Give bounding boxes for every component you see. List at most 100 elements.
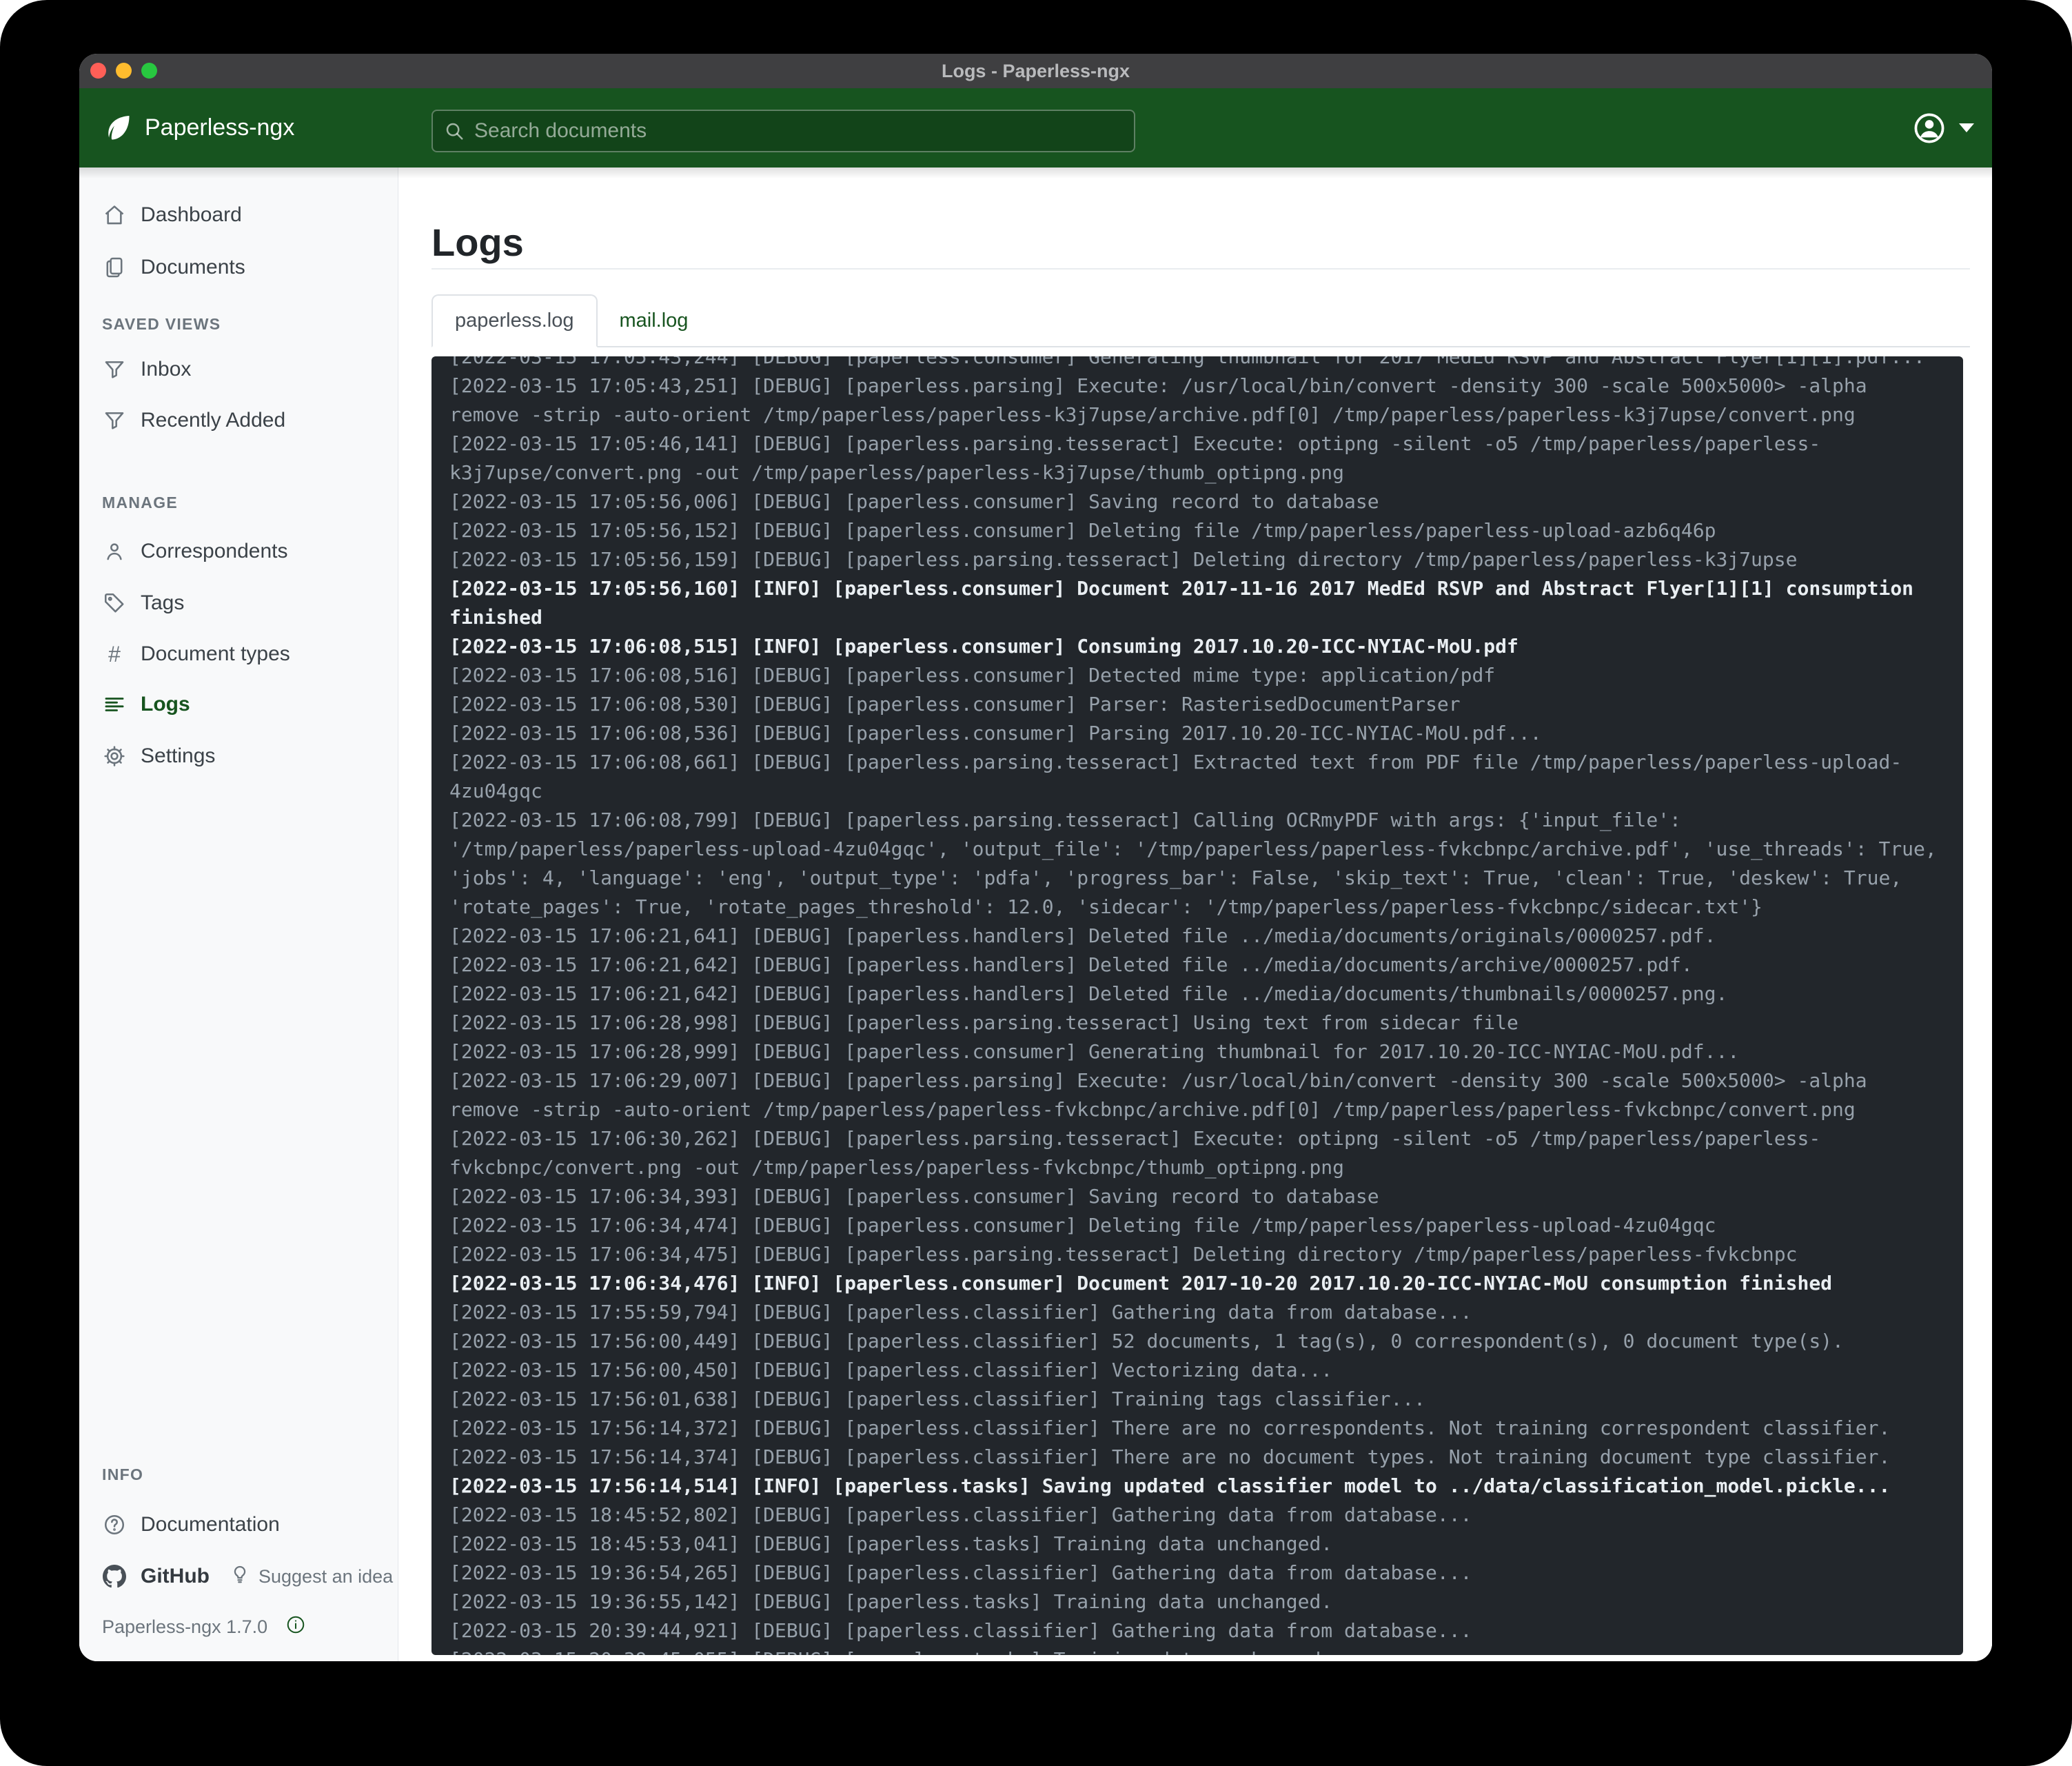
log-line: [2022-03-15 17:05:56,160] [INFO] [paperl… bbox=[449, 574, 1945, 632]
screenshot-black-frame: Logs - Paperless-ngx Paperless-ngx Searc… bbox=[0, 0, 2072, 1766]
log-line: [2022-03-15 17:06:08,799] [DEBUG] [paper… bbox=[449, 806, 1945, 922]
log-line: [2022-03-15 17:06:34,474] [DEBUG] [paper… bbox=[449, 1211, 1945, 1240]
log-line: [2022-03-15 18:45:53,041] [DEBUG] [paper… bbox=[449, 1530, 1945, 1559]
log-line: [2022-03-15 19:36:55,142] [DEBUG] [paper… bbox=[449, 1587, 1945, 1616]
suggest-idea-label: Suggest an idea bbox=[258, 1566, 393, 1587]
sidebar-item-label: Correspondents bbox=[141, 540, 287, 563]
sidebar-item-dashboard[interactable]: Dashboard bbox=[102, 199, 242, 232]
sidebar-item-logs[interactable]: Logs bbox=[102, 688, 190, 721]
app-header: Paperless-ngx Search documents bbox=[79, 88, 1992, 168]
sidebar-item-label: Settings bbox=[141, 744, 215, 768]
brand[interactable]: Paperless-ngx bbox=[102, 88, 294, 168]
log-line: [2022-03-15 17:05:56,152] [DEBUG] [paper… bbox=[449, 516, 1945, 545]
sidebar: Dashboard Documents SAVED VIEWS Inbox bbox=[79, 168, 398, 1661]
log-line: [2022-03-15 17:06:08,530] [DEBUG] [paper… bbox=[449, 690, 1945, 719]
sidebar-section-manage: MANAGE bbox=[102, 494, 178, 512]
sidebar-item-inbox[interactable]: Inbox bbox=[102, 353, 191, 386]
log-line: [2022-03-15 17:56:14,372] [DEBUG] [paper… bbox=[449, 1414, 1945, 1443]
log-line: [2022-03-15 19:36:54,265] [DEBUG] [paper… bbox=[449, 1559, 1945, 1587]
log-line: [2022-03-15 17:56:00,450] [DEBUG] [paper… bbox=[449, 1356, 1945, 1385]
log-line: [2022-03-15 17:05:43,251] [DEBUG] [paper… bbox=[449, 372, 1945, 429]
log-line: [2022-03-15 17:06:29,007] [DEBUG] [paper… bbox=[449, 1066, 1945, 1124]
log-line: [2022-03-15 17:05:43,244] [DEBUG] [paper… bbox=[449, 356, 1945, 372]
log-lines-container: [2022-03-15 17:05:43,244] [DEBUG] [paper… bbox=[449, 356, 1945, 1655]
log-line: [2022-03-15 17:05:56,159] [DEBUG] [paper… bbox=[449, 545, 1945, 574]
log-viewer[interactable]: [2022-03-15 17:05:43,244] [DEBUG] [paper… bbox=[431, 356, 1963, 1655]
sidebar-section-info: INFO bbox=[102, 1465, 143, 1484]
sidebar-section-saved-views: SAVED VIEWS bbox=[102, 315, 221, 334]
funnel-icon bbox=[102, 408, 127, 433]
sidebar-item-label: Inbox bbox=[141, 358, 191, 381]
log-line: [2022-03-15 17:06:28,999] [DEBUG] [paper… bbox=[449, 1037, 1945, 1066]
log-line: [2022-03-15 20:39:45,055] [DEBUG] [paper… bbox=[449, 1645, 1945, 1655]
log-line: [2022-03-15 17:06:21,642] [DEBUG] [paper… bbox=[449, 980, 1945, 1008]
list-lines-icon bbox=[102, 692, 127, 717]
person-icon bbox=[102, 539, 127, 564]
log-line: [2022-03-15 17:55:59,794] [DEBUG] [paper… bbox=[449, 1298, 1945, 1327]
page-title: Logs bbox=[431, 220, 524, 265]
search-placeholder: Search documents bbox=[474, 119, 647, 143]
content-area: Logs paperless.log mail.log [2022-03-15 … bbox=[398, 168, 1992, 1661]
log-line: [2022-03-15 17:06:21,642] [DEBUG] [paper… bbox=[449, 951, 1945, 980]
sidebar-item-label: Recently Added bbox=[141, 409, 285, 432]
house-icon bbox=[102, 203, 127, 227]
paperless-leaf-icon bbox=[102, 112, 134, 144]
title-divider bbox=[431, 268, 1970, 270]
tab-mail-log[interactable]: mail.log bbox=[598, 296, 711, 346]
log-line: [2022-03-15 17:56:00,449] [DEBUG] [paper… bbox=[449, 1327, 1945, 1356]
sidebar-item-document-types[interactable]: # Document types bbox=[102, 638, 290, 671]
sidebar-item-recently-added[interactable]: Recently Added bbox=[102, 404, 285, 437]
sidebar-item-documents[interactable]: Documents bbox=[102, 251, 245, 284]
version-label: Paperless-ngx 1.7.0 bbox=[102, 1616, 267, 1638]
suggest-idea-link[interactable]: Suggest an idea bbox=[230, 1560, 393, 1593]
log-line: [2022-03-15 18:45:52,802] [DEBUG] [paper… bbox=[449, 1501, 1945, 1530]
sidebar-item-label: Dashboard bbox=[141, 203, 242, 227]
sidebar-item-label: Logs bbox=[141, 693, 190, 716]
info-circle-icon[interactable] bbox=[285, 1614, 306, 1640]
sidebar-item-label: GitHub bbox=[141, 1565, 210, 1588]
minimize-button[interactable] bbox=[116, 63, 132, 79]
log-line: [2022-03-15 17:06:21,641] [DEBUG] [paper… bbox=[449, 922, 1945, 951]
user-avatar-icon bbox=[1912, 111, 1947, 145]
lightbulb-icon bbox=[230, 1564, 250, 1590]
search-input[interactable]: Search documents bbox=[431, 110, 1135, 152]
log-line: [2022-03-15 17:05:56,006] [DEBUG] [paper… bbox=[449, 487, 1945, 516]
log-line: [2022-03-15 17:06:08,661] [DEBUG] [paper… bbox=[449, 748, 1945, 806]
tag-icon bbox=[102, 591, 127, 616]
log-line: [2022-03-15 17:06:34,393] [DEBUG] [paper… bbox=[449, 1182, 1945, 1211]
log-line: [2022-03-15 17:06:34,476] [INFO] [paperl… bbox=[449, 1269, 1945, 1298]
log-line: [2022-03-15 17:56:14,374] [DEBUG] [paper… bbox=[449, 1443, 1945, 1472]
window-title: Logs - Paperless-ngx bbox=[79, 54, 1992, 88]
traffic-lights bbox=[90, 63, 157, 79]
log-line: [2022-03-15 17:06:08,515] [INFO] [paperl… bbox=[449, 632, 1945, 661]
log-line: [2022-03-15 20:39:44,921] [DEBUG] [paper… bbox=[449, 1616, 1945, 1645]
sidebar-item-documentation[interactable]: Documentation bbox=[102, 1508, 280, 1541]
log-line: [2022-03-15 17:56:14,514] [INFO] [paperl… bbox=[449, 1472, 1945, 1501]
log-line: [2022-03-15 17:06:08,536] [DEBUG] [paper… bbox=[449, 719, 1945, 748]
sidebar-item-label: Document types bbox=[141, 642, 290, 666]
hash-icon: # bbox=[102, 642, 127, 667]
tab-paperless-log[interactable]: paperless.log bbox=[431, 294, 598, 347]
log-line: [2022-03-15 17:06:08,516] [DEBUG] [paper… bbox=[449, 661, 1945, 690]
gear-icon bbox=[102, 744, 127, 769]
log-line: [2022-03-15 17:05:46,141] [DEBUG] [paper… bbox=[449, 429, 1945, 487]
close-button[interactable] bbox=[90, 63, 106, 79]
zoom-button[interactable] bbox=[141, 63, 157, 79]
sidebar-item-tags[interactable]: Tags bbox=[102, 587, 184, 620]
log-line: [2022-03-15 17:06:34,475] [DEBUG] [paper… bbox=[449, 1240, 1945, 1269]
sidebar-item-github[interactable]: GitHub bbox=[102, 1560, 210, 1593]
sidebar-item-correspondents[interactable]: Correspondents bbox=[102, 535, 287, 568]
search-icon bbox=[444, 121, 465, 141]
log-file-tabs: paperless.log mail.log bbox=[431, 294, 1970, 347]
log-line: [2022-03-15 17:06:30,262] [DEBUG] [paper… bbox=[449, 1124, 1945, 1182]
question-circle-icon bbox=[102, 1512, 127, 1537]
sidebar-item-settings[interactable]: Settings bbox=[102, 740, 215, 773]
titlebar: Logs - Paperless-ngx bbox=[79, 54, 1992, 88]
main-area: Dashboard Documents SAVED VIEWS Inbox bbox=[79, 168, 1992, 1661]
log-line: [2022-03-15 17:06:28,998] [DEBUG] [paper… bbox=[449, 1008, 1945, 1037]
chevron-down-icon bbox=[1959, 123, 1974, 132]
sidebar-item-label: Documents bbox=[141, 256, 245, 279]
sidebar-item-label: Tags bbox=[141, 591, 184, 615]
account-menu-button[interactable] bbox=[1912, 88, 1974, 168]
funnel-icon bbox=[102, 357, 127, 382]
